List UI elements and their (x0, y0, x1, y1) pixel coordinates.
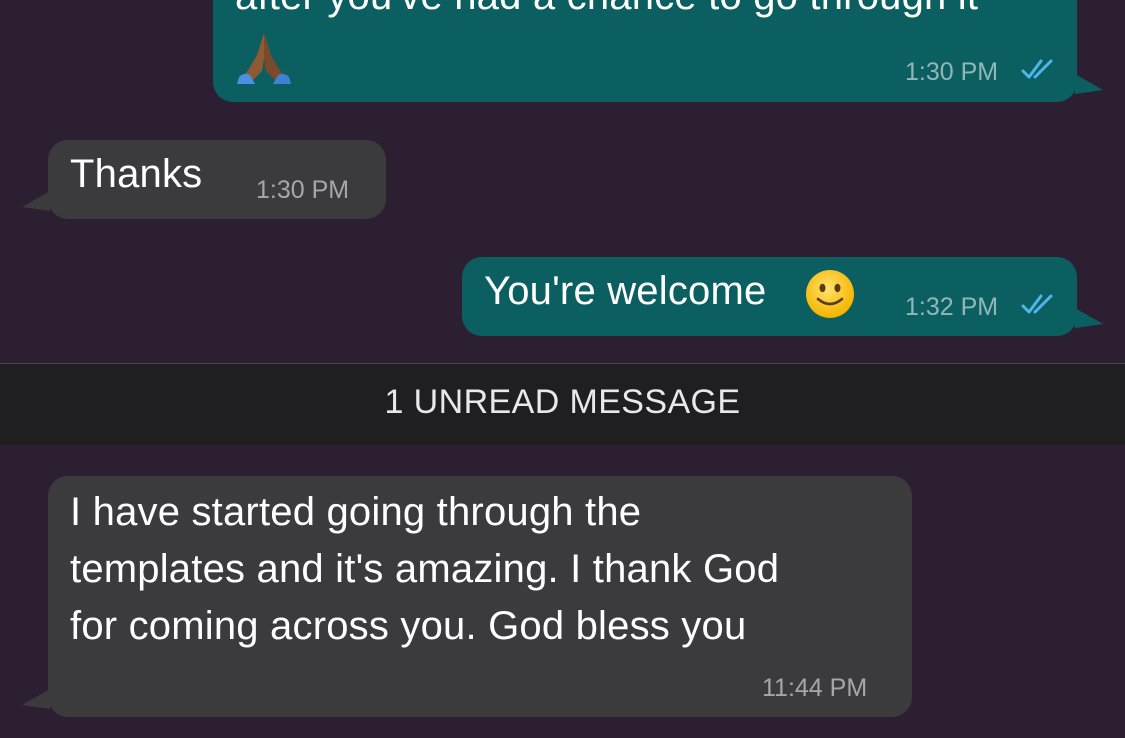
message-time: 1:30 PM (905, 58, 999, 86)
message-text: after you've had a chance to go through … (235, 0, 978, 25)
message-text-line: for coming across you. God bless you (70, 604, 747, 648)
read-receipt-double-check-icon (1021, 59, 1053, 79)
bubble-tail (22, 689, 50, 709)
outgoing-message-bubble[interactable]: You're welcome 1:32 PM (462, 257, 1103, 336)
message-time: 11:44 PM (762, 674, 868, 702)
message-time: 1:32 PM (905, 293, 999, 321)
read-receipt-double-check-icon (1021, 294, 1053, 314)
incoming-message-bubble[interactable]: Thanks 1:30 PM (22, 140, 386, 219)
bubble-tail (22, 191, 50, 211)
message-text-line: I have started going through the (70, 490, 642, 534)
unread-messages-label: 1 UNREAD MESSAGE (384, 383, 741, 421)
outgoing-message-bubble[interactable]: after you've had a chance to go through … (213, 0, 1103, 102)
message-time: 1:30 PM (256, 176, 350, 204)
incoming-message-bubble[interactable]: I have started going through the templat… (22, 476, 912, 717)
message-text: Thanks (70, 152, 203, 196)
bubble-tail (1075, 74, 1103, 94)
folded-hands-emoji-icon (235, 31, 293, 85)
unread-messages-divider: 1 UNREAD MESSAGE (0, 363, 1125, 445)
slightly-smiling-face-emoji-icon (805, 269, 855, 319)
bubble-tail (1075, 308, 1103, 328)
message-text-line: templates and it's amazing. I thank God (70, 547, 780, 591)
message-text: You're welcome (484, 269, 767, 313)
